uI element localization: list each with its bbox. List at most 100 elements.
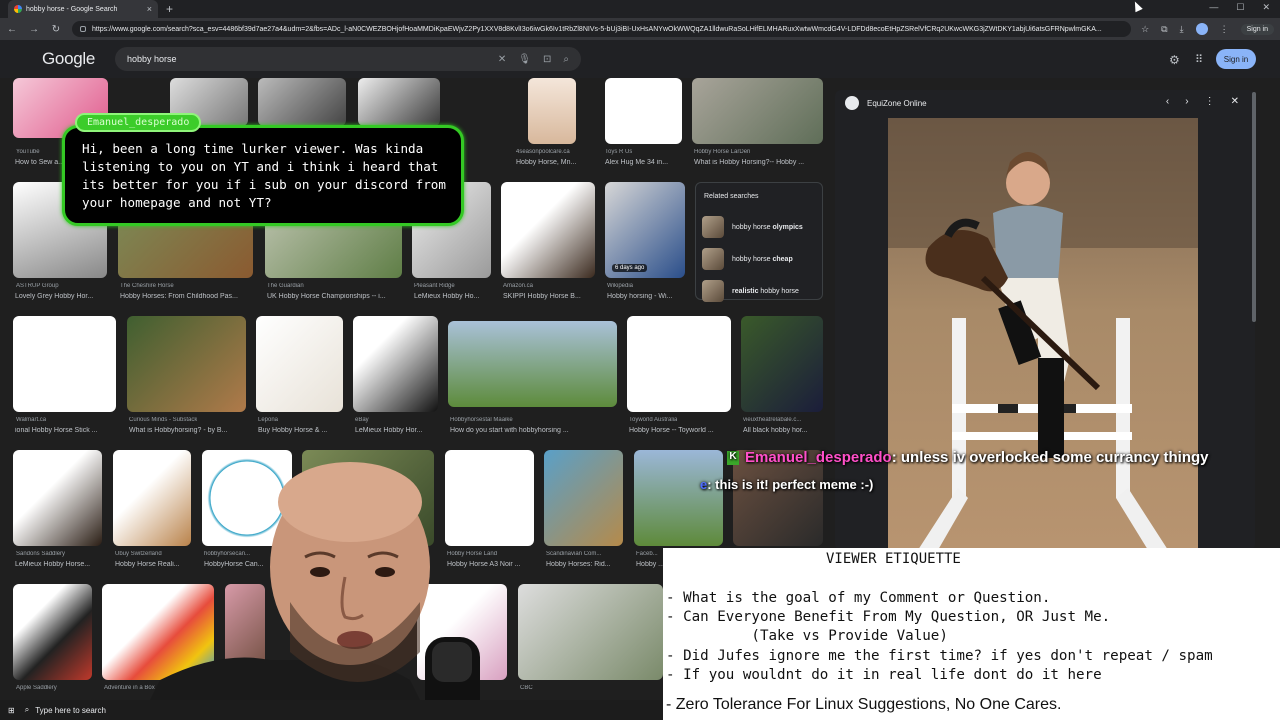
result-title[interactable]: LeMieux Hobby Hor... <box>355 427 440 434</box>
panel-scrollbar[interactable] <box>1252 92 1256 322</box>
extensions-icon[interactable]: ⧉ <box>1161 24 1167 35</box>
result-thumbnail[interactable] <box>518 584 663 680</box>
window-controls: — ☐ ✕ <box>1209 2 1270 13</box>
result-title[interactable]: Buy Hobby Horse & ... <box>258 427 346 434</box>
profile-avatar[interactable] <box>1195 23 1208 35</box>
etiquette-last-line: - Zero Tolerance For Linux Suggestions, … <box>666 696 1062 713</box>
result-title[interactable]: Hobby Horse, Mn... <box>516 159 596 166</box>
close-tab-icon[interactable]: × <box>147 4 152 14</box>
result-source: YouTube <box>16 149 40 155</box>
result-source: Wikipedia <box>607 283 634 289</box>
result-title[interactable]: Alex Hug Me 34 in... <box>605 159 685 166</box>
screen: hobby horse - Google Search × + — ☐ ✕ ← … <box>0 0 1280 720</box>
related-header: Related searches <box>704 193 759 200</box>
site-favicon-icon <box>845 96 859 110</box>
tab-bar: hobby horse - Google Search × + — ☐ ✕ <box>0 0 1280 18</box>
result-source: Hobby Horse LarDen <box>694 149 751 155</box>
result-title[interactable]: Lovely Grey Hobby Hor... <box>15 293 105 300</box>
result-thumbnail[interactable] <box>634 450 723 546</box>
etiquette-line: - If you wouldnt do it in real life dont… <box>666 667 1102 683</box>
search-input[interactable] <box>127 54 486 64</box>
result-title[interactable]: Hobby Horses: Rid... <box>546 561 626 568</box>
taskbar-search[interactable]: ⌕ Type here to search <box>25 705 106 715</box>
result-thumbnail[interactable] <box>258 78 346 126</box>
search-icon: ⌕ <box>24 705 30 714</box>
result-thumbnail[interactable] <box>13 450 102 546</box>
result-thumbnail[interactable] <box>741 316 823 412</box>
result-thumbnail[interactable] <box>127 316 246 412</box>
streamer-face-image <box>140 462 480 720</box>
result-title[interactable]: What is Hobbyhorsing? - by B... <box>129 427 247 434</box>
previous-icon[interactable]: ‹ <box>1166 96 1169 107</box>
forward-icon[interactable]: → <box>28 24 40 35</box>
result-source: The Guardian <box>267 283 304 289</box>
related-item[interactable]: hobby horse olympics <box>696 211 822 243</box>
result-source: CBC <box>520 685 533 691</box>
result-thumbnail[interactable] <box>13 584 92 680</box>
lens-icon[interactable]: ⊡ <box>543 54 551 65</box>
settings-gear-icon[interactable]: ⚙ <box>1169 53 1180 67</box>
result-source: Curious Minds - Substack <box>129 417 198 423</box>
result-thumbnail[interactable] <box>627 316 731 412</box>
result-thumbnail[interactable] <box>544 450 623 546</box>
search-icon[interactable]: ⌕ <box>563 54 569 65</box>
result-thumbnail[interactable] <box>13 316 116 412</box>
result-source: Faceb... <box>636 551 658 557</box>
preview-site-name[interactable]: EquiZone Online <box>867 99 927 108</box>
result-title[interactable]: How do you start with hobbyhorsing ... <box>450 427 620 434</box>
reload-icon[interactable]: ↻ <box>50 24 62 35</box>
result-thumbnail[interactable] <box>605 78 682 144</box>
result-source: Toyworld Australia <box>629 417 678 423</box>
close-icon[interactable]: ✕ <box>1231 96 1239 107</box>
result-title[interactable]: UK Hobby Horse Championships -- i... <box>267 293 402 300</box>
result-source: Amazon.ca <box>503 283 534 289</box>
mic-icon[interactable]: 🎙 <box>518 54 531 65</box>
minimize-icon[interactable]: — <box>1209 2 1218 13</box>
google-favicon-icon <box>14 5 22 13</box>
result-thumbnail[interactable] <box>528 78 576 144</box>
windows-start-icon[interactable]: ⊞ <box>8 706 15 715</box>
related-bold: olympics <box>772 223 803 231</box>
result-thumbnail[interactable] <box>358 78 440 126</box>
result-title[interactable]: SKIPPI Hobby Horse B... <box>503 293 598 300</box>
result-title[interactable]: Hobby ... <box>636 561 666 568</box>
etiquette-line: (Take vs Provide Value) <box>666 628 948 644</box>
browser-tab[interactable]: hobby horse - Google Search × <box>8 0 158 18</box>
signin-button[interactable]: Sign in <box>1216 49 1256 69</box>
chat-highlight-bubble: Emanuel_desperado Hi, been a long time l… <box>62 113 464 226</box>
maximize-icon[interactable]: ☐ <box>1236 2 1244 13</box>
result-title[interactable]: Hobby horsing - Wi... <box>607 293 687 300</box>
result-title[interactable]: Hobby Horses: From Childhood Pas... <box>120 293 255 300</box>
next-icon[interactable]: › <box>1185 96 1188 107</box>
downloads-icon[interactable]: ⤓ <box>1180 24 1184 35</box>
related-item[interactable]: realistic hobby horse <box>696 275 822 307</box>
result-title[interactable]: LeMieux Hobby Ho... <box>414 293 494 300</box>
google-logo[interactable]: Google <box>42 49 95 69</box>
apps-grid-icon[interactable]: ⠿ <box>1195 53 1203 66</box>
clear-icon[interactable]: ✕ <box>498 54 506 65</box>
result-title[interactable]: LeMieux Hobby Horse... <box>15 561 105 568</box>
result-thumbnail[interactable] <box>256 316 343 412</box>
back-icon[interactable]: ← <box>6 24 18 35</box>
result-thumbnail[interactable] <box>448 321 617 407</box>
result-title[interactable]: ional Hobby Horse Stick ... <box>15 427 120 434</box>
browser-signin-button[interactable]: Sign in <box>1240 23 1274 35</box>
preview-image[interactable] <box>888 118 1198 550</box>
menu-icon[interactable]: ⋮ <box>1220 24 1229 35</box>
more-options-icon[interactable]: ⋮ <box>1205 96 1215 107</box>
chat-user: Emanuel_desperado <box>745 449 892 466</box>
result-thumbnail[interactable] <box>353 316 438 412</box>
result-title[interactable]: All black hobby hor... <box>743 427 825 434</box>
address-bar[interactable]: https://www.google.com/search?sca_esv=44… <box>72 21 1132 37</box>
result-title[interactable]: Hobby Horse -- Toyworld ... <box>629 427 733 434</box>
bookmark-star-icon[interactable]: ☆ <box>1141 24 1149 35</box>
result-thumbnail[interactable] <box>692 78 823 144</box>
chat-text: : this is it! perfect meme :-) <box>707 477 874 492</box>
close-window-icon[interactable]: ✕ <box>1262 2 1270 13</box>
result-thumbnail[interactable] <box>501 182 595 278</box>
site-info-icon[interactable] <box>80 26 86 32</box>
result-title[interactable]: What is Hobby Horsing?-- Hobby ... <box>694 159 819 166</box>
new-tab-icon[interactable]: + <box>166 2 173 16</box>
toolbar-actions: ☆ ⧉ ⤓ ⋮ Sign in <box>1141 23 1274 35</box>
related-item[interactable]: hobby horse cheap <box>696 243 822 275</box>
